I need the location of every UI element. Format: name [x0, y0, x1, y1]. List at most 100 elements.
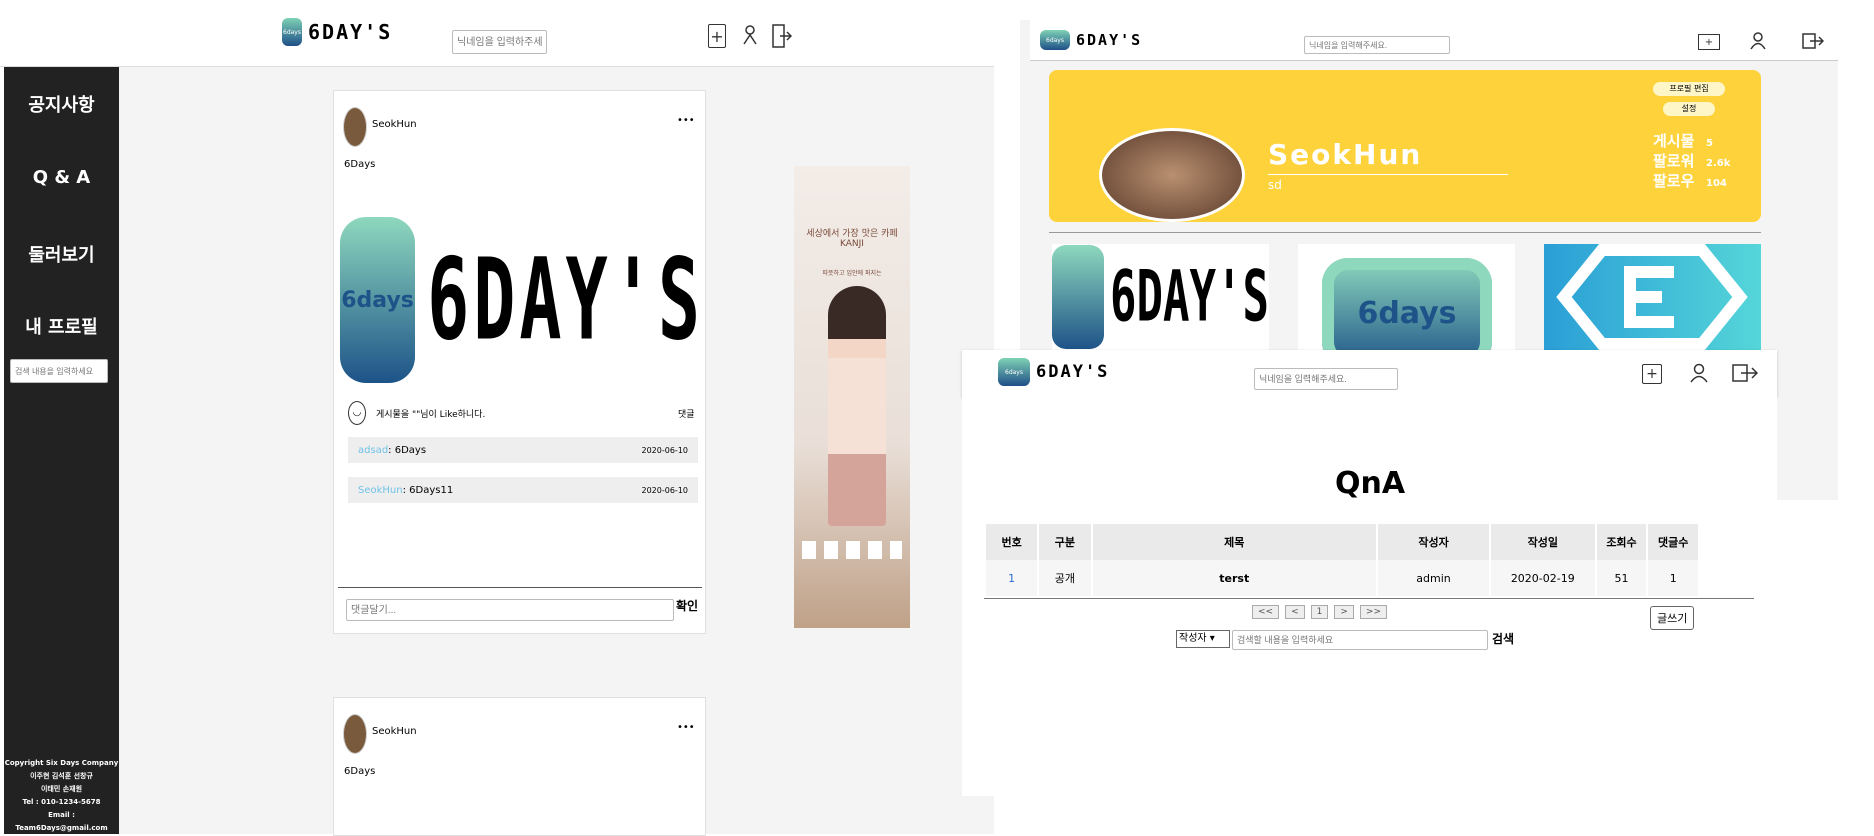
logo[interactable]: 6days 6DAY'S [998, 358, 1109, 386]
profile-stats: 게시물 5 팔로워 2.6k 팔로우 104 [1653, 132, 1730, 192]
post-more-icon[interactable]: ••• [677, 115, 695, 126]
profile-header: 6days 6DAY'S + [1030, 20, 1838, 61]
comment-date: 2020-06-10 [641, 445, 689, 455]
logout-icon[interactable] [1732, 363, 1758, 383]
footer-copyright: Copyright Six Days Company [4, 759, 119, 767]
sidebar-item-profile[interactable]: 내 프로필 [4, 313, 119, 339]
qna-search-input[interactable] [1232, 630, 1488, 650]
search-select-value: 작성자 [1179, 633, 1207, 644]
profile-avatar[interactable] [1099, 128, 1245, 222]
comment-user[interactable]: SeokHun [358, 485, 403, 496]
search-select[interactable]: 작성자 ▾ [1176, 630, 1230, 648]
sidebar-search-input[interactable] [10, 359, 108, 383]
comments-label[interactable]: 댓글 [678, 407, 695, 420]
nickname-search-input[interactable] [1304, 36, 1450, 54]
gallery-item[interactable]: 6DAY'S [1052, 244, 1269, 350]
qna-window: QnA 번호 구분 제목 작성자 작성일 조회수 댓글수 1 공개 terst … [962, 396, 1777, 796]
sidebar: 공지사항 Q & A 둘러보기 내 프로필 Copyright Six Days… [4, 67, 119, 834]
profile-name: SeokHun [1268, 138, 1423, 171]
logo-mark-icon: 6days [282, 18, 302, 46]
logo-mark-icon: 6days [1040, 30, 1070, 50]
search-button[interactable]: 검색 [1492, 630, 1514, 647]
comment-input[interactable] [346, 599, 674, 621]
sidebar-item-notice[interactable]: 공지사항 [4, 91, 119, 117]
ad-banner[interactable]: 세상에서 가장 맛은 카페 KANJI 따뜻하고 입안에 퍼지는 [794, 166, 910, 628]
page-first[interactable]: << [1252, 605, 1280, 619]
page-next[interactable]: > [1334, 605, 1354, 619]
gallery-item[interactable] [1544, 244, 1761, 350]
gallery-item[interactable]: 6days [1298, 244, 1515, 350]
logout-icon[interactable] [772, 24, 792, 48]
six-days-logo-icon [1052, 245, 1105, 349]
col-views: 조회수 [1595, 524, 1649, 560]
table-row[interactable]: 1 공개 terst admin 2020-02-19 51 1 [986, 560, 1700, 596]
cell-title[interactable]: terst [1091, 560, 1379, 596]
post-username[interactable]: SeokHun [372, 726, 417, 737]
profile-bio: sd [1268, 178, 1282, 192]
like-smiley-icon[interactable]: ◡ [348, 401, 366, 425]
comment-submit-button[interactable]: 확인 [676, 597, 698, 614]
post-card: SeokHun ••• 6Days [333, 697, 706, 836]
add-post-icon[interactable]: + [708, 24, 726, 48]
post-caption: 6Days [344, 159, 376, 170]
comment-row: SeokHun : 6Days11 2020-06-10 [348, 477, 698, 503]
nickname-search-input[interactable] [452, 30, 547, 54]
six-days-logo-icon: 6days [340, 217, 416, 383]
profile-name-underline [1268, 174, 1508, 175]
avatar[interactable] [343, 107, 367, 147]
ad-cups-image [802, 541, 902, 559]
page-title: QnA [1334, 466, 1406, 501]
avatar[interactable] [343, 714, 367, 754]
left-header: 6days 6DAY'S + [0, 0, 994, 67]
cell-author: admin [1377, 560, 1491, 596]
sidebar-footer: Copyright Six Days Company 이주현 김석훈 선창규 이… [4, 757, 119, 835]
sidebar-item-qna[interactable]: Q & A [4, 167, 119, 188]
footer-email: Email : Team6Days@gmail.com [15, 811, 108, 832]
profile-icon[interactable] [1750, 32, 1766, 50]
cell-number: 1 [986, 560, 1040, 596]
post-image-logo-text: 6DAY'S [427, 234, 704, 366]
table-divider [984, 598, 1754, 599]
cell-comments: 1 [1647, 560, 1700, 596]
hexagon-logo-icon [1556, 244, 1748, 350]
page-1[interactable]: 1 [1310, 605, 1329, 619]
logo[interactable]: 6days 6DAY'S [1040, 30, 1142, 50]
profile-banner: SeokHun sd 프로필 편집 설정 게시물 5 팔로워 2.6k 팔로우 … [1049, 70, 1761, 222]
footer-members-2: 이태민 손재원 [40, 785, 83, 793]
logo[interactable]: 6days 6DAY'S [282, 18, 392, 46]
comment-text: : 6Days11 [402, 484, 454, 496]
write-button[interactable]: 글쓰기 [1650, 606, 1695, 630]
footer-tel: Tel : 010-1234-5678 [22, 798, 101, 806]
add-post-icon[interactable]: + [1642, 364, 1662, 384]
ad-subtext: 따뜻하고 입안에 퍼지는 [822, 270, 882, 277]
settings-button[interactable]: 설정 [1663, 102, 1715, 116]
stat-following[interactable]: 팔로우 104 [1653, 172, 1730, 192]
col-comments: 댓글수 [1647, 524, 1700, 560]
six-days-logo-icon: 6days [1322, 258, 1492, 350]
logo-text: 6DAY'S [1076, 31, 1143, 49]
profile-icon[interactable] [1690, 363, 1708, 383]
page-prev[interactable]: < [1285, 605, 1305, 619]
stat-posts: 게시물 5 [1653, 132, 1713, 150]
ad-text: 세상에서 가장 맛은 카페 KANJI [806, 229, 898, 249]
pagination: << < 1 > >> [1252, 605, 1388, 619]
cell-category: 공개 [1038, 560, 1093, 596]
nickname-search-input[interactable] [1254, 368, 1398, 390]
post-image[interactable]: 6days 6DAY'S [340, 215, 704, 385]
comment-user[interactable]: adsad [358, 445, 388, 456]
post-caption: 6Days [344, 766, 376, 777]
edit-profile-button[interactable]: 프로필 편집 [1653, 82, 1725, 96]
post-username[interactable]: SeokHun [372, 119, 417, 130]
col-category: 구분 [1038, 524, 1093, 560]
add-post-icon[interactable]: + [1698, 34, 1720, 50]
profile-icon[interactable] [742, 24, 758, 46]
comment-date: 2020-06-10 [641, 485, 689, 495]
logout-icon[interactable] [1802, 32, 1824, 50]
sidebar-item-explore[interactable]: 둘러보기 [4, 241, 119, 267]
profile-divider [1049, 232, 1761, 233]
stat-followers[interactable]: 팔로워 2.6k [1653, 152, 1730, 172]
post-more-icon[interactable]: ••• [677, 722, 695, 733]
footer-members-1: 이주현 김석훈 선창규 [30, 772, 93, 780]
logo-text: 6DAY'S [308, 20, 393, 44]
page-last[interactable]: >> [1359, 605, 1388, 619]
